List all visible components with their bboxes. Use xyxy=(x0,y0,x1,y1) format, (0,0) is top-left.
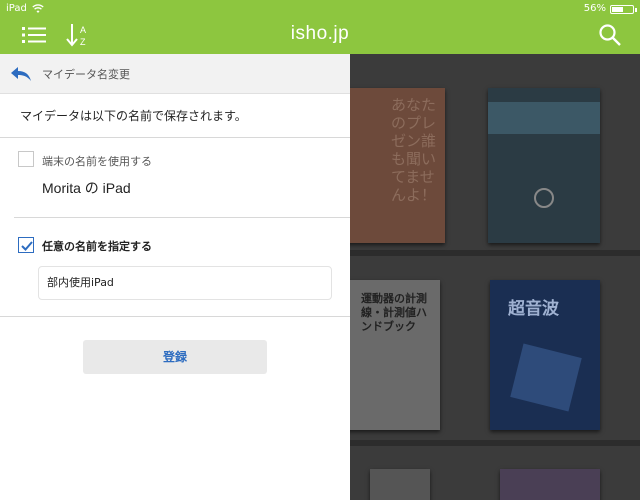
custom-name-checkbox[interactable] xyxy=(18,237,34,253)
custom-name-input[interactable]: 部内使用iPad xyxy=(38,266,332,300)
battery-icon xyxy=(610,5,637,14)
shelf-divider xyxy=(350,440,640,446)
status-bar: iPad 56% xyxy=(0,0,640,18)
book-cover xyxy=(370,469,430,500)
book-cover: 運動器の計測線・計測値ハンドブック xyxy=(350,280,440,430)
battery-fill xyxy=(612,7,624,12)
divider xyxy=(0,137,350,138)
battery-percent: 56% xyxy=(583,3,606,14)
book-cover xyxy=(488,88,600,243)
bookshelf-background: あなたのプレゼン誰も聞いてませんよ！ 運動器の計測線・計測値ハンドブック 超音波 xyxy=(350,54,640,500)
book-cover-graphic xyxy=(510,343,582,412)
book-cover-title: 超音波 xyxy=(508,299,559,319)
battery-nub xyxy=(635,8,637,12)
save-description: マイデータは以下の名前で保存されます。 xyxy=(20,109,247,123)
mydata-rename-panel: マイデータ名変更 マイデータは以下の名前で保存されます。 端末の名前を使用する … xyxy=(0,54,350,500)
book-cover-title: あなたのプレゼン誰も聞いてませんよ！ xyxy=(391,96,437,204)
shelf-divider xyxy=(350,250,640,256)
top-bar: iPad 56% A Z isho.jp xyxy=(0,0,640,54)
divider xyxy=(14,217,350,218)
use-device-name-checkbox[interactable] xyxy=(18,151,34,167)
play-icon xyxy=(534,188,554,208)
device-name-text: Morita の iPad xyxy=(42,180,131,196)
checkmark-icon xyxy=(21,241,33,251)
panel-header: マイデータ名変更 xyxy=(0,54,350,94)
use-device-name-label[interactable]: 端末の名前を使用する xyxy=(42,153,152,169)
carrier-label: iPad xyxy=(6,3,27,14)
book-cover xyxy=(500,469,600,500)
wifi-icon xyxy=(32,4,44,13)
book-cover-band xyxy=(488,102,600,134)
panel-title: マイデータ名変更 xyxy=(42,68,130,81)
search-icon[interactable] xyxy=(598,23,622,47)
app-title: isho.jp xyxy=(290,23,350,44)
custom-name-label[interactable]: 任意の名前を指定する xyxy=(42,238,152,254)
back-arrow-icon[interactable] xyxy=(10,66,32,82)
book-cover: 超音波 xyxy=(490,280,600,430)
register-button[interactable]: 登録 xyxy=(83,340,267,374)
book-cover-title: 運動器の計測線・計測値ハンドブック xyxy=(361,292,427,333)
divider xyxy=(0,316,350,317)
book-cover: あなたのプレゼン誰も聞いてませんよ！ xyxy=(350,88,445,243)
